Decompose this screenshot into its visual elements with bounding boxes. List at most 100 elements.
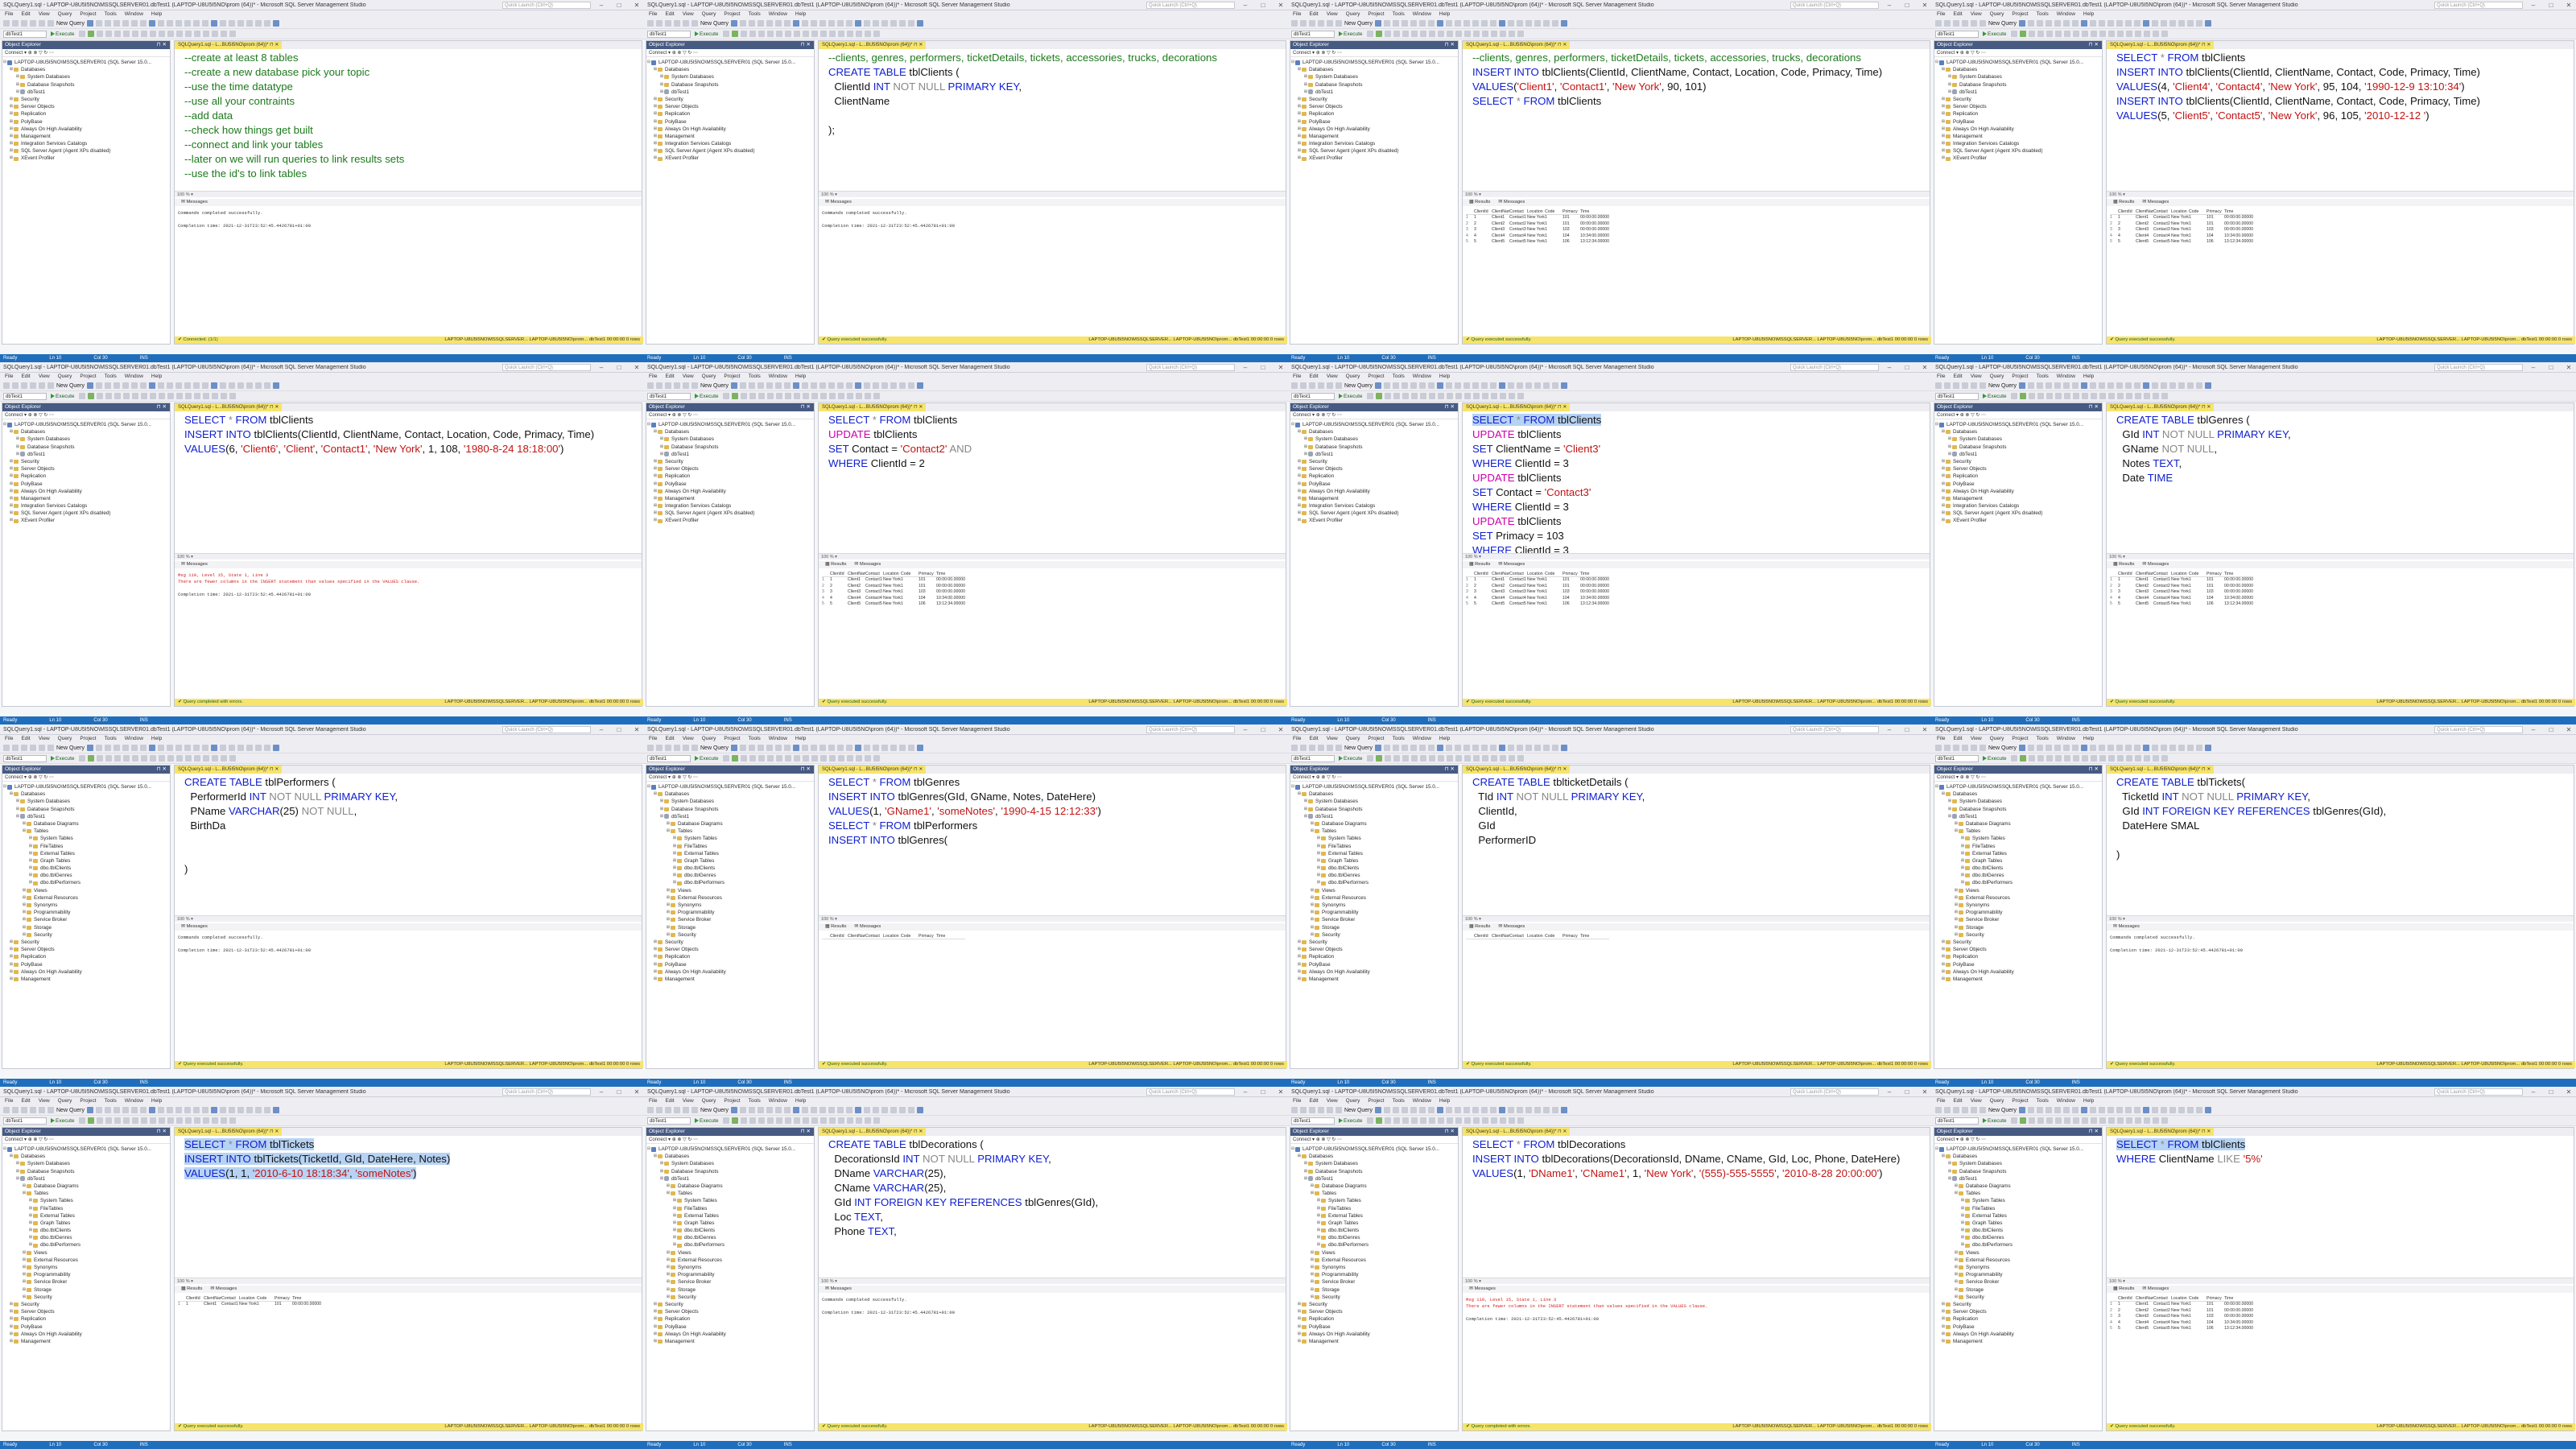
toolbar-icon[interactable]: [47, 382, 54, 389]
tree-node[interactable]: ⊞ Databases: [1934, 791, 2102, 798]
toolbar-icon[interactable]: [1327, 382, 1333, 389]
toolbar-icon[interactable]: [47, 1107, 54, 1113]
toolbar-icon[interactable]: [828, 745, 836, 751]
tree-node[interactable]: ⊞ External Tables: [646, 1212, 814, 1220]
menu-item[interactable]: Project: [1368, 1097, 1384, 1105]
tree-node[interactable]: ⊞ PolyBase: [1290, 481, 1458, 488]
toolbar-icon[interactable]: [749, 755, 756, 762]
tree-node[interactable]: ⊞ Server Objects: [1934, 103, 2102, 110]
toolbar-icon[interactable]: [1472, 382, 1480, 389]
toolbar-icon[interactable]: [1446, 31, 1453, 37]
toolbar-icon[interactable]: [775, 755, 782, 762]
database-select[interactable]: dbTest1: [647, 30, 691, 38]
tree-node[interactable]: ⊞ SQL Server Agent (Agent XPs disabled): [646, 147, 814, 155]
toolbar-icon[interactable]: [864, 393, 871, 399]
toolbar-icon[interactable]: [1446, 20, 1453, 27]
toolbar-icon[interactable]: [740, 755, 747, 762]
toolbar-icon[interactable]: [2072, 31, 2079, 37]
toolbar-icon[interactable]: [2187, 382, 2194, 389]
toolbar-icon[interactable]: [255, 1107, 262, 1113]
pin-icon[interactable]: ⊓ ✕: [801, 41, 811, 49]
tree-node[interactable]: ⊞ Server Objects: [1290, 103, 1458, 110]
execute-button[interactable]: Execute: [1981, 394, 2008, 399]
toolbar-icon[interactable]: [2161, 745, 2168, 751]
toolbar-icon[interactable]: [2161, 393, 2168, 399]
menu-item[interactable]: Project: [2012, 1097, 2028, 1105]
menu-item[interactable]: View: [1327, 1097, 1338, 1105]
toolbar-icon[interactable]: [864, 1107, 871, 1113]
tree-node[interactable]: ⊞ Database Snapshots: [1290, 81, 1458, 89]
tree-node[interactable]: ⊞ Programmability: [646, 909, 814, 916]
toolbar-icon[interactable]: [1953, 745, 1959, 751]
toolbar-icon[interactable]: [1481, 382, 1488, 389]
toolbar-icon[interactable]: [1309, 382, 1315, 389]
table-row[interactable]: 4 4 Client4 Contact4 New York 1 104 10:34:00.00…: [2110, 1320, 2253, 1327]
tree-node[interactable]: ⊞ Always On High Availability: [2, 126, 170, 133]
maximize-button[interactable]: □: [612, 1088, 626, 1096]
tree-node[interactable]: ⊞ Tables: [2, 828, 170, 835]
table-row[interactable]: 5 5 Client5 Contact5 New York 1 106 13:12:34.00…: [1466, 239, 1609, 246]
menu-item[interactable]: Project: [724, 1097, 740, 1105]
toolbar-icon[interactable]: [2187, 20, 2194, 27]
pin-icon[interactable]: ⊓ ✕: [1445, 1128, 1455, 1136]
toolbar-icon[interactable]: [2019, 755, 2026, 762]
table-row[interactable]: 5 5 Client5 Contact5 New York 1 106 13:12:34.00…: [2110, 1326, 2253, 1332]
tree-node[interactable]: ⊞ XEvent Profiler: [2, 155, 170, 162]
toolbar-icon[interactable]: [264, 745, 271, 751]
toolbar-icon[interactable]: [87, 1107, 94, 1113]
pin-icon[interactable]: ⊓ ✕: [801, 403, 811, 411]
toolbar-icon[interactable]: [828, 1117, 836, 1124]
toolbar-icon[interactable]: [731, 31, 738, 37]
toolbar-icon[interactable]: [647, 20, 654, 27]
execute-button[interactable]: Execute: [693, 394, 720, 399]
toolbar-icon[interactable]: [793, 20, 800, 27]
tree-node[interactable]: ⊞ System Databases: [1290, 798, 1458, 805]
toolbar-icon[interactable]: [2152, 1107, 2159, 1113]
toolbar-icon[interactable]: [131, 755, 138, 762]
tree-node[interactable]: ⊞ Databases: [1290, 791, 1458, 798]
toolbar-icon[interactable]: [793, 393, 800, 399]
tree-node[interactable]: ⊞ dbo.tblGenres: [2, 1234, 170, 1241]
maximize-button[interactable]: □: [1256, 2, 1270, 9]
toolbar-icon[interactable]: [784, 20, 791, 27]
toolbar-icon[interactable]: [202, 745, 209, 751]
toolbar-icon[interactable]: [2046, 20, 2053, 27]
execute-button[interactable]: Execute: [1337, 756, 1364, 762]
toolbar-icon[interactable]: [237, 382, 245, 389]
toolbar-icon[interactable]: [140, 20, 147, 27]
tree-node[interactable]: ⊞ Security: [2, 1301, 170, 1308]
tree-node-server[interactable]: ⊟ LAPTOP-U8U5I5NO\MSSQLSERVER01 (SQL Serv…: [1934, 1146, 2102, 1153]
results-tab[interactable]: ▦ Results: [2113, 1286, 2134, 1293]
toolbar-icon[interactable]: [105, 31, 112, 37]
toolbar-icon[interactable]: [2037, 1107, 2044, 1113]
pin-icon[interactable]: ⊓ ✕: [801, 766, 811, 774]
toolbar-icon[interactable]: [2063, 31, 2070, 37]
minimize-button[interactable]: –: [594, 2, 609, 9]
menu-item[interactable]: Query: [1990, 735, 2004, 743]
tree-node[interactable]: ⊞ Database Diagrams: [646, 1183, 814, 1190]
toolbar-icon[interactable]: [1552, 745, 1559, 751]
toolbar-icon[interactable]: [175, 20, 183, 27]
toolbar-icon[interactable]: [2046, 745, 2053, 751]
tree-node[interactable]: ⊞ Management: [1934, 976, 2102, 983]
toolbar-icon[interactable]: [2046, 1117, 2053, 1124]
tree-node[interactable]: ⊞ Replication: [1290, 110, 1458, 118]
toolbar-icon[interactable]: [1944, 1107, 1951, 1113]
menu-item[interactable]: Tools: [105, 1097, 117, 1105]
tree-node[interactable]: ⊞ External Resources: [1934, 894, 2102, 902]
toolbar-icon[interactable]: [2028, 1117, 2035, 1124]
tree-node[interactable]: ⊞ Programmability: [1290, 909, 1458, 916]
minimize-button[interactable]: –: [1238, 1088, 1253, 1096]
toolbar-icon[interactable]: [775, 31, 782, 37]
toolbar-icon[interactable]: [158, 393, 165, 399]
toolbar-icon[interactable]: [2046, 393, 2053, 399]
toolbar-icon[interactable]: [2028, 1107, 2035, 1113]
toolbar-icon[interactable]: [784, 31, 791, 37]
tree-node[interactable]: ⊞ Security: [1934, 931, 2102, 939]
tree-node[interactable]: ⊞ Graph Tables: [646, 857, 814, 865]
toolbar-icon[interactable]: [1490, 1117, 1497, 1124]
toolbar-icon[interactable]: [2125, 745, 2132, 751]
toolbar-icon[interactable]: [2090, 382, 2097, 389]
toolbar-icon[interactable]: [184, 755, 192, 762]
menu-item[interactable]: View: [1971, 1097, 1982, 1105]
